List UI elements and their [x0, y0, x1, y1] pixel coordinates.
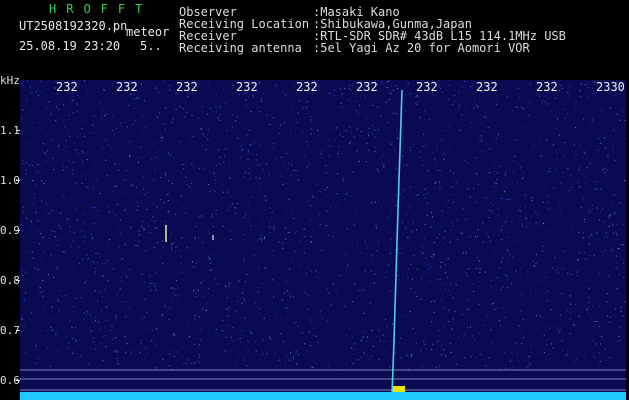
x-tick-label: 232: [476, 80, 498, 94]
x-tick-label: 2330: [596, 80, 625, 94]
app-brand: HROFFT: [49, 2, 153, 16]
x-tick-label: 232: [56, 80, 78, 94]
baseline-strip: [20, 392, 626, 400]
event-kind: meteor: [126, 25, 170, 39]
x-tick-label: 232: [116, 80, 138, 94]
antenna-value: :5el Yagi Az 20 for Aomori VOR: [313, 41, 530, 55]
antenna-label: Receiving antenna: [179, 41, 302, 55]
file-name: UT2508192320.pn: [19, 19, 128, 33]
event-count: 5..: [140, 39, 162, 53]
spectrogram-canvas: [20, 80, 626, 400]
x-tick-label: 232: [536, 80, 558, 94]
x-tick-label: 232: [356, 80, 378, 94]
x-tick-label: 232: [176, 80, 198, 94]
x-tick-label: 232: [236, 80, 258, 94]
noise-field: [20, 80, 626, 371]
y-axis-unit: kHz: [0, 74, 20, 87]
x-tick-label: 232: [416, 80, 438, 94]
meteor-trace: [391, 89, 403, 396]
date-time: 25.08.19 23:20: [19, 39, 121, 53]
hrofft-screen: HROFFT UT2508192320.pn meteor 25.08.19 2…: [0, 0, 629, 400]
spectrogram: 232 232 232 232 232 232 232 232 232 2330: [20, 80, 626, 400]
x-tick-label: 232: [296, 80, 318, 94]
